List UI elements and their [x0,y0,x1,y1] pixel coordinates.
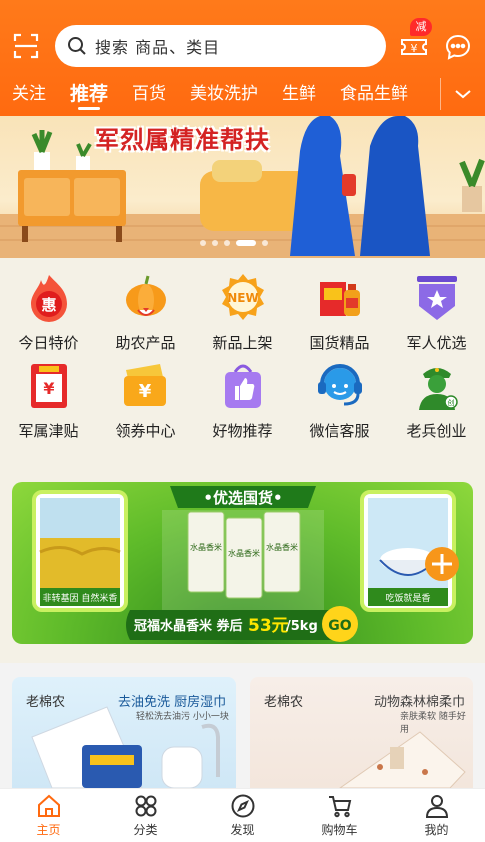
nav-cart[interactable]: 购物车 [291,789,388,842]
search-icon [68,37,86,55]
home-icon [37,794,60,817]
nav-label: 主页 [36,823,61,837]
tab-beauty[interactable]: 美妆洗护 [178,74,270,114]
svg-text:惠: 惠 [41,296,56,314]
banner-dot[interactable] [262,240,268,246]
soldier-icon: 创 [409,358,465,414]
svg-text:NEW: NEW [227,291,258,305]
shortcut-label: 军人优选 [406,334,467,352]
svg-text:53元: 53元 [248,616,289,636]
coupon-badge: 减 [410,18,432,36]
shortcut-label: 军属津贴 [18,422,79,440]
headset-icon [312,358,368,414]
shortcut-label: 微信客服 [309,422,370,440]
pumpkin-icon [118,270,174,326]
banner-dot[interactable] [224,240,230,246]
tab-recommend[interactable]: 推荐 [58,74,120,114]
product-card-wipes[interactable]: 老棉农 去油免洗 厨房湿巾 轻松洗去油污 小小一块 [12,677,236,788]
promo-illustration: •优选国货• 非转基因 自然米香 水晶香米 水晶香米 水晶香米 吃饭就是香 冠福… [32,486,459,642]
yuan-certificate-icon: ¥ [21,358,77,414]
gift-box-icon [312,270,368,326]
nav-label: 购物车 [321,823,358,837]
shortcut-wechat-service[interactable]: 微信客服 [291,358,388,446]
shortcut-farm-aid[interactable]: 助农产品 [97,270,194,358]
shortcut-label: 今日特价 [18,334,79,352]
promo-banner[interactable]: •优选国货• 非转基因 自然米香 水晶香米 水晶香米 水晶香米 吃饭就是香 冠福… [12,482,473,644]
shortcut-good-picks[interactable]: 好物推荐 [194,358,291,446]
svg-text:•优选国货•: •优选国货• [203,489,282,507]
new-badge-icon: NEW [215,270,271,326]
user-icon [425,795,448,818]
nav-discover[interactable]: 发现 [194,789,291,842]
shortcut-label: 国货精品 [309,334,370,352]
banner-pagination [200,240,268,246]
banner-dot[interactable] [200,240,206,246]
thumbs-up-bag-icon [215,358,271,414]
svg-text:¥: ¥ [138,381,151,402]
tab-follow[interactable]: 关注 [0,74,58,114]
search-bar[interactable]: 搜索 商品、类目 [55,25,386,67]
svg-text:水晶香米: 水晶香米 [190,542,222,552]
product-cards: 老棉农 去油免洗 厨房湿巾 轻松洗去油污 小小一块 老棉农 动物森林棉柔巾 亲肤… [0,663,485,788]
svg-text:非转基因 自然米香: 非转基因 自然米香 [43,592,118,604]
shortcut-coupon-center[interactable]: ¥ 领券中心 [97,358,194,446]
shortcut-label: 新品上架 [212,334,273,352]
nav-home[interactable]: 主页 [0,789,97,842]
tissue-product-image [339,731,466,788]
svg-text:¥: ¥ [411,42,418,55]
svg-text:水晶香米: 水晶香米 [228,548,260,558]
svg-text:水晶香米: 水晶香米 [266,542,298,552]
banner-dot-active[interactable] [236,240,256,246]
hui-flame-icon: 惠 [21,270,77,326]
tab-general[interactable]: 百货 [120,74,178,114]
nav-label: 我的 [424,823,449,837]
tab-fresh[interactable]: 生鲜 [270,74,328,114]
shortcut-label: 领券中心 [115,422,176,440]
shortcut-new-arrivals[interactable]: NEW 新品上架 [194,270,291,358]
nav-label: 分类 [133,823,158,837]
search-placeholder: 搜索 商品、类目 [95,38,221,57]
category-tabs: 关注 推荐 百货 美妆洗护 生鲜 食品生鲜 [0,74,440,114]
svg-text:/5kg: /5kg [286,619,318,634]
shortcut-domestic-goods[interactable]: 国货精品 [291,270,388,358]
wipes-product-image [31,706,220,788]
svg-text:吃饭就是香: 吃饭就是香 [385,592,430,604]
scan-icon[interactable] [12,32,40,60]
shortcut-grid: 惠 今日特价 助农产品 NEW 新品上架 国货精品 军人优选 ¥ 军属津贴 ¥ … [0,270,485,446]
shortcut-label: 老兵创业 [406,422,467,440]
message-icon[interactable] [444,33,472,61]
cart-icon [328,796,351,818]
nav-profile[interactable]: 我的 [388,789,485,842]
chevron-down-icon [455,90,471,99]
category-icon [135,795,156,817]
svg-text:GO: GO [328,618,351,634]
nav-label: 发现 [230,823,255,837]
banner-title: 军烈属精准帮扶 [95,125,270,154]
product-card-tissue[interactable]: 老棉农 动物森林棉柔巾 亲肤柔软 随手好用 [250,677,473,788]
tab-food-fresh[interactable]: 食品生鲜 [328,74,420,114]
bottom-nav: 主页 分类 发现 购物车 我的 [0,788,485,842]
shortcut-family-allowance[interactable]: ¥ 军属津贴 [0,358,97,446]
compass-icon [231,794,254,818]
hero-banner[interactable]: 军烈属精准帮扶 [0,116,485,258]
shortcut-label: 好物推荐 [212,422,273,440]
banner-dot[interactable] [212,240,218,246]
shortcut-military-choice[interactable]: 军人优选 [388,270,485,358]
svg-text:冠福水晶香米 券后: 冠福水晶香米 券后 [134,618,243,634]
tabs-expand-button[interactable] [440,78,485,110]
star-shield-icon [409,270,465,326]
nav-category[interactable]: 分类 [97,789,194,842]
svg-text:¥: ¥ [43,379,54,398]
svg-text:创: 创 [447,398,454,407]
shortcut-veteran-startup[interactable]: 创 老兵创业 [388,358,485,446]
top-header: 搜索 商品、类目 ¥ 减 关注 推荐 百货 美妆洗护 生鲜 食品生鲜 [0,0,485,116]
shortcut-daily-deal[interactable]: 惠 今日特价 [0,270,97,358]
yuan-ticket-icon: ¥ [118,358,174,414]
shortcut-label: 助农产品 [115,334,176,352]
